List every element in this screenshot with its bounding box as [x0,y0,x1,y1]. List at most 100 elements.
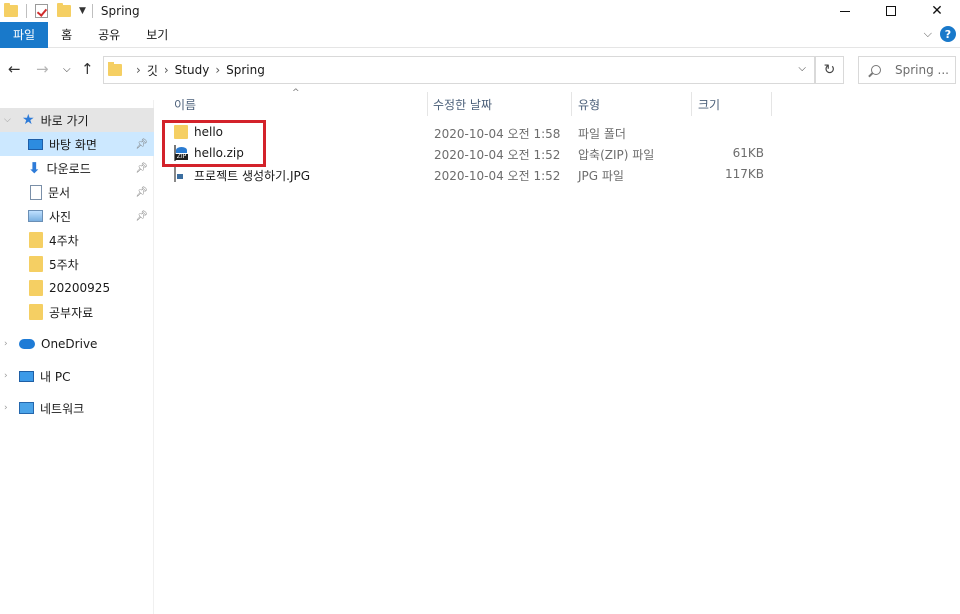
collapse-chevron-icon[interactable]: ⌵ [4,115,11,125]
pin-icon[interactable]: 📌︎ [135,187,148,198]
tab-home[interactable]: 홈 [48,22,85,48]
search-placeholder: Spring ... [895,63,949,77]
breadcrumb-separator-icon[interactable]: › [215,63,220,77]
annotation-highlight-box [162,120,266,167]
up-arrow-icon[interactable]: ↑ [81,60,94,78]
sidebar-item-label: 바탕 화면 [49,137,97,152]
quick-access-toolbar: ▼ Spring [0,0,140,22]
help-icon[interactable]: ? [940,26,956,42]
file-type: JPG 파일 [578,169,624,183]
breadcrumb-separator-icon[interactable]: › [164,63,169,77]
refresh-button[interactable]: ↻ [815,56,844,84]
folder-icon [29,280,43,296]
expand-chevron-icon[interactable]: › [4,371,8,381]
sidebar-item-quick-access[interactable]: ⌵ ★ 바로 가기 [0,108,154,132]
pin-icon[interactable]: 📌︎ [135,139,148,150]
download-icon: ⬇ [28,159,41,177]
sidebar-item-label: 다운로드 [46,161,91,176]
toolbar-divider [91,4,93,18]
window-title: Spring [100,4,140,18]
pc-icon [19,370,34,382]
column-divider[interactable] [427,92,428,116]
minimize-button[interactable] [822,0,868,22]
file-type: 파일 폴더 [578,127,626,141]
maximize-button[interactable] [868,0,914,22]
column-header-type[interactable]: 유형 [578,92,600,116]
sidebar-item-label: 5주차 [49,257,79,272]
ribbon-controls: ⌵ ? [924,26,956,42]
sidebar-item-label: 문서 [48,185,71,200]
breadcrumb-study[interactable]: Study [175,63,210,77]
network-icon [19,402,34,414]
column-divider[interactable] [571,92,572,116]
address-bar[interactable]: › 깃 › Study › Spring ⌵ [103,56,815,84]
expand-chevron-icon[interactable]: › [4,339,8,349]
folder-icon [4,3,18,17]
star-icon: ★ [22,112,35,128]
folder-icon [29,256,43,272]
column-header-name[interactable]: 이름 [174,92,196,116]
breadcrumb-spring[interactable]: Spring [226,63,265,77]
document-icon [30,184,42,200]
cloud-icon [19,339,35,349]
file-date: 2020-10-04 오전 1:52 [434,169,561,183]
search-icon [871,65,881,75]
folder-icon [29,232,43,248]
tab-share[interactable]: 공유 [85,22,133,48]
breadcrumb-separator-icon[interactable]: › [136,63,141,77]
recent-locations-chevron-icon[interactable]: ⌵ [63,64,71,75]
navigation-pane: ⌵ ★ 바로 가기 바탕 화면 📌︎ ⬇ 다운로드 📌︎ 문서 📌︎ 사진 📌︎… [0,100,154,614]
breadcrumb-git[interactable]: 깃 [147,62,158,79]
expand-ribbon-chevron-icon[interactable]: ⌵ [924,27,932,41]
column-divider[interactable] [771,92,772,116]
column-header-date[interactable]: 수정한 날짜 [433,92,492,116]
image-file-icon [174,166,176,182]
close-icon: ✕ [931,3,943,19]
search-input[interactable]: Spring ... [858,56,956,84]
file-date: 2020-10-04 오전 1:52 [434,148,561,162]
folder-icon [29,304,43,320]
close-button[interactable]: ✕ [914,0,960,22]
expand-chevron-icon[interactable]: › [4,403,8,413]
forward-arrow-icon[interactable]: → [36,60,49,78]
toolbar-divider [26,4,27,18]
pin-icon[interactable]: 📌︎ [135,211,148,222]
sidebar-item-documents[interactable]: 문서 📌︎ [0,180,154,204]
sidebar-item-onedrive[interactable]: › OneDrive [0,332,154,356]
sidebar-item-label: 사진 [49,209,72,224]
navigation-bar: ← → ⌵ ↑ › 깃 › Study › Spring ⌵ ↻ Spring … [0,54,960,86]
tab-file[interactable]: 파일 [0,21,49,48]
sidebar-item-week4[interactable]: 4주차 [0,228,154,252]
sidebar-item-network[interactable]: › 네트워크 [0,396,154,420]
file-size: 117KB [724,167,764,181]
sidebar-item-this-pc[interactable]: › 내 PC [0,364,154,388]
file-size: 61KB [732,146,764,160]
ribbon-tabs: 파일 홈 공유 보기 ⌵ ? [0,21,960,48]
sidebar-item-pictures[interactable]: 사진 📌︎ [0,204,154,228]
file-name: 프로젝트 생성하기.JPG [194,169,311,183]
sidebar-item-label: 내 PC [40,369,71,384]
pictures-icon [28,210,43,222]
properties-icon[interactable] [35,4,48,18]
column-header-size[interactable]: 크기 [698,92,720,116]
pin-icon[interactable]: 📌︎ [135,163,148,174]
file-row-project-jpg[interactable]: 프로젝트 생성하기.JPG 2020-10-04 오전 1:52 JPG 파일 … [160,164,780,185]
sidebar-item-label: 20200925 [49,281,111,295]
sidebar-item-20200925[interactable]: 20200925 [0,276,154,300]
minimize-icon [840,10,850,12]
window-controls: ✕ [822,0,960,22]
sidebar-item-label: 바로 가기 [40,113,89,128]
sidebar-item-label: OneDrive [41,337,98,351]
sidebar-item-desktop[interactable]: 바탕 화면 📌︎ [0,132,154,156]
customize-toolbar-dropdown[interactable]: ▼ [79,6,86,16]
sidebar-item-study-materials[interactable]: 공부자료 [0,300,154,324]
column-divider[interactable] [691,92,692,116]
tab-view[interactable]: 보기 [133,22,181,48]
maximize-icon [886,6,896,16]
back-arrow-icon[interactable]: ← [8,60,21,78]
new-folder-icon[interactable] [57,3,71,17]
sidebar-item-downloads[interactable]: ⬇ 다운로드 📌︎ [0,156,154,180]
address-dropdown-chevron-icon[interactable]: ⌵ [798,63,806,74]
sidebar-item-week5[interactable]: 5주차 [0,252,154,276]
file-type: 압축(ZIP) 파일 [578,148,655,162]
